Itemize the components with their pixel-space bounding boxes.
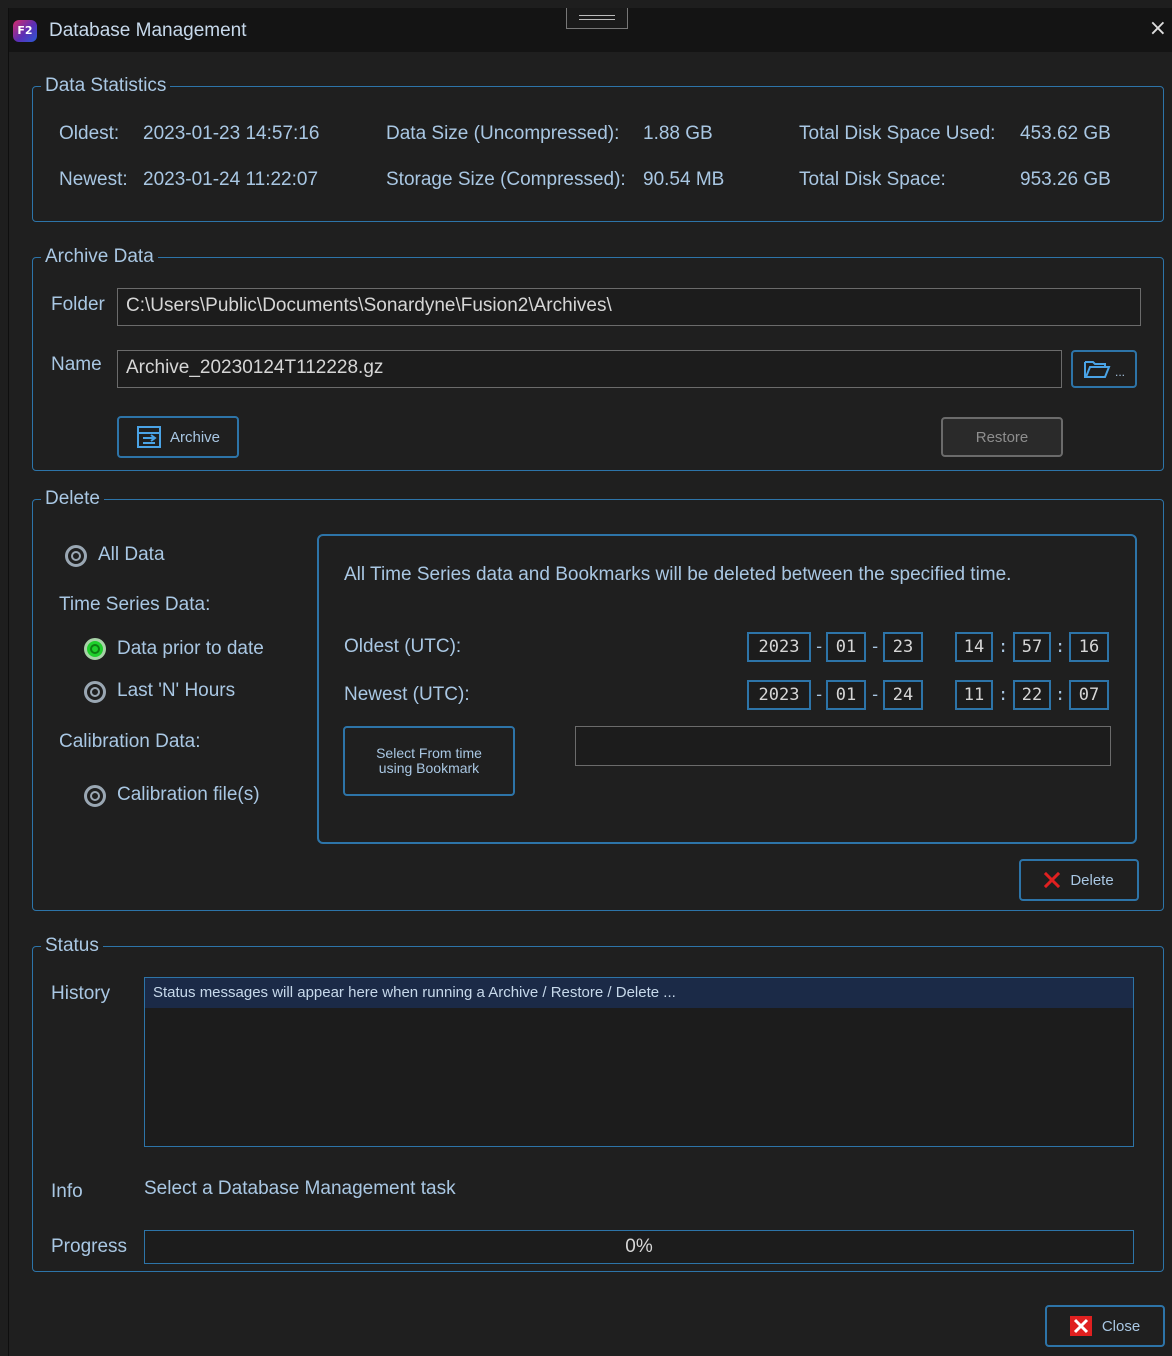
delete-group: Delete All Data Time Series Data: Data p…: [32, 488, 1164, 911]
delete-range-panel: All Time Series data and Bookmarks will …: [317, 534, 1137, 844]
time-series-label: Time Series Data:: [59, 594, 211, 615]
delete-button[interactable]: Delete: [1019, 859, 1139, 901]
newest-hour-field[interactable]: 11: [955, 680, 993, 710]
archive-data-title: Archive Data: [41, 246, 158, 268]
bookmark-button-line2: using Bookmark: [378, 760, 480, 776]
time-separator: :: [998, 685, 1009, 705]
progress-bar: 0%: [144, 1230, 1134, 1264]
date-separator: -: [870, 685, 881, 705]
disk-total-value: 953.26 GB: [1020, 169, 1111, 190]
date-separator: -: [814, 685, 825, 705]
restore-button-label: Restore: [975, 428, 1029, 446]
disk-used-value: 453.62 GB: [1020, 123, 1111, 144]
red-x-icon: [1044, 872, 1061, 888]
newest-second-field[interactable]: 07: [1069, 680, 1109, 710]
archive-box-icon: [136, 426, 161, 448]
time-separator: :: [1055, 685, 1066, 705]
info-label: Info: [51, 1181, 83, 1202]
window-title: Database Management: [49, 20, 247, 41]
data-statistics-title: Data Statistics: [41, 75, 171, 97]
time-separator: :: [998, 637, 1009, 657]
oldest-value: 2023-01-23 14:57:16: [143, 123, 320, 144]
history-label: History: [51, 983, 111, 1004]
newest-value: 2023-01-24 11:22:07: [143, 169, 319, 190]
drag-grip-handle[interactable]: [566, 8, 628, 29]
delete-title: Delete: [41, 488, 104, 510]
folder-open-icon: [1083, 361, 1111, 378]
title-bar[interactable]: F2 Database Management ×: [9, 8, 1172, 52]
calibration-data-label: Calibration Data:: [59, 731, 201, 752]
bookmark-field[interactable]: [575, 726, 1111, 766]
close-box-icon: [1069, 1316, 1092, 1336]
progress-label: Progress: [51, 1236, 128, 1257]
all-data-label[interactable]: All Data: [98, 544, 165, 566]
history-message[interactable]: Status messages will appear here when ru…: [145, 978, 1133, 1008]
newest-year-field[interactable]: 2023: [747, 680, 811, 710]
browse-ellipsis: ...: [1114, 365, 1125, 379]
status-title: Status: [41, 935, 103, 957]
select-from-bookmark-button[interactable]: Select From time using Bookmark: [343, 726, 515, 796]
archive-button-label: Archive: [169, 428, 221, 446]
last-n-hours-label[interactable]: Last 'N' Hours: [117, 680, 235, 702]
window-close-icon[interactable]: ×: [1149, 18, 1167, 40]
data-size-label: Data Size (Uncompressed):: [386, 123, 620, 144]
all-data-radio[interactable]: [65, 545, 87, 567]
disk-used-label: Total Disk Space Used:: [799, 123, 996, 144]
delete-description: All Time Series data and Bookmarks will …: [344, 564, 1012, 585]
data-size-value: 1.88 GB: [643, 123, 713, 144]
newest-label: Newest:: [59, 169, 128, 190]
disk-total-label: Total Disk Space:: [799, 169, 946, 190]
data-prior-to-date-label[interactable]: Data prior to date: [117, 638, 264, 660]
oldest-day-field[interactable]: 23: [883, 632, 923, 662]
oldest-month-field[interactable]: 01: [826, 632, 866, 662]
calibration-files-label[interactable]: Calibration file(s): [117, 784, 260, 806]
storage-size-value: 90.54 MB: [643, 169, 725, 190]
oldest-utc-label: Oldest (UTC):: [344, 636, 462, 657]
newest-day-field[interactable]: 24: [883, 680, 923, 710]
oldest-hour-field[interactable]: 14: [955, 632, 993, 662]
data-statistics-group: Data Statistics Oldest: 2023-01-23 14:57…: [32, 75, 1164, 222]
archive-data-group: Archive Data Folder C:\Users\Public\Docu…: [32, 246, 1164, 471]
browse-folder-button[interactable]: ...: [1071, 350, 1137, 388]
newest-month-field[interactable]: 01: [826, 680, 866, 710]
oldest-label: Oldest:: [59, 123, 120, 144]
oldest-year-field[interactable]: 2023: [747, 632, 811, 662]
info-value: Select a Database Management task: [144, 1178, 456, 1199]
last-n-hours-radio[interactable]: [84, 681, 106, 703]
bookmark-button-line1: Select From time: [376, 745, 482, 761]
name-label: Name: [51, 354, 102, 375]
archive-button[interactable]: Archive: [117, 416, 239, 458]
close-button-label: Close: [1101, 1317, 1141, 1335]
status-group: Status History Status messages will appe…: [32, 935, 1164, 1272]
data-prior-to-date-radio[interactable]: [84, 638, 106, 660]
date-separator: -: [814, 637, 825, 657]
newest-minute-field[interactable]: 22: [1013, 680, 1051, 710]
restore-button[interactable]: Restore: [941, 417, 1063, 457]
delete-button-label: Delete: [1070, 871, 1114, 889]
history-list[interactable]: Status messages will appear here when ru…: [144, 977, 1134, 1147]
date-separator: -: [870, 637, 881, 657]
folder-input[interactable]: C:\Users\Public\Documents\Sonardyne\Fusi…: [117, 288, 1141, 326]
archive-name-input[interactable]: Archive_20230124T112228.gz: [117, 350, 1062, 388]
calibration-files-radio[interactable]: [84, 785, 106, 807]
close-button[interactable]: Close: [1045, 1305, 1165, 1347]
folder-label: Folder: [51, 294, 105, 315]
storage-size-label: Storage Size (Compressed):: [386, 169, 626, 190]
time-separator: :: [1055, 637, 1066, 657]
database-management-window: F2 Database Management × Data Statistics…: [8, 8, 1172, 1356]
newest-utc-label: Newest (UTC):: [344, 684, 470, 705]
oldest-minute-field[interactable]: 57: [1013, 632, 1051, 662]
app-logo-icon: F2: [13, 20, 37, 42]
oldest-second-field[interactable]: 16: [1069, 632, 1109, 662]
progress-text: 0%: [625, 1236, 653, 1257]
